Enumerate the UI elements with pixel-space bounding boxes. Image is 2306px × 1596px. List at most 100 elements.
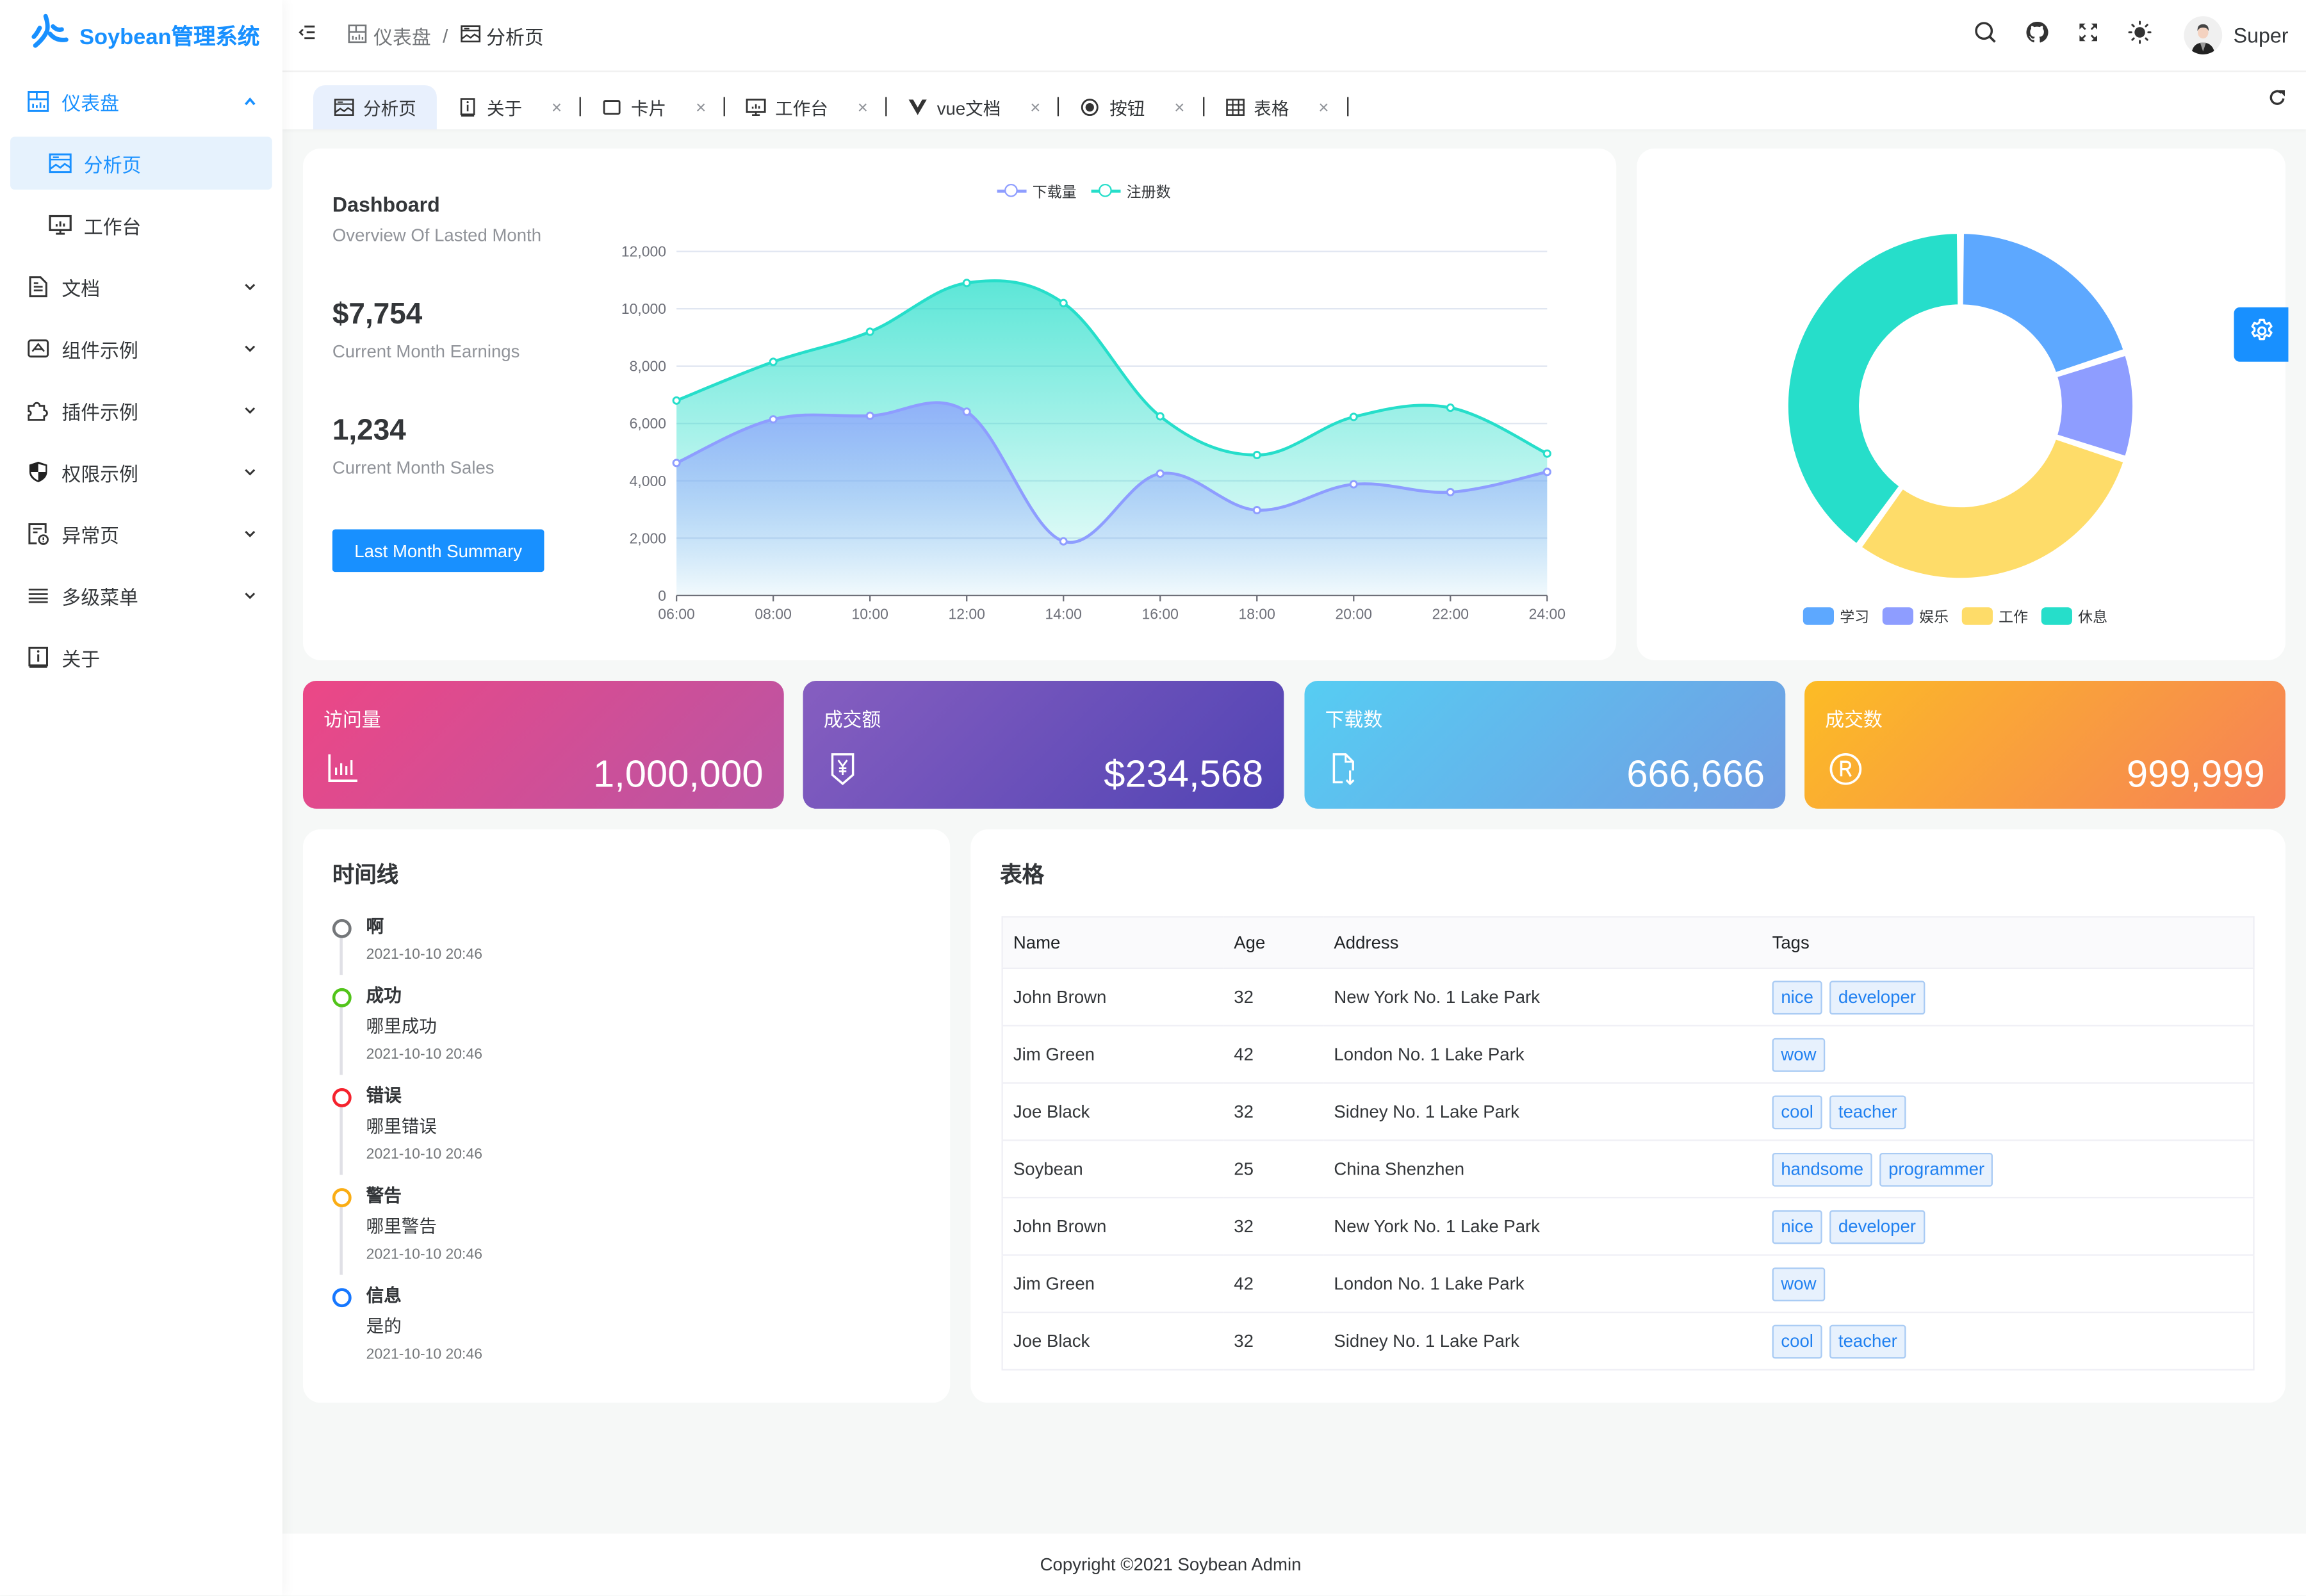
legend-label: 工作 xyxy=(1999,610,2029,627)
table-row[interactable]: Jim Green 42 London No. 1 Lake Park wow xyxy=(1002,1025,2254,1084)
cell-address: New York No. 1 Lake Park xyxy=(1323,1198,1762,1256)
data-point[interactable] xyxy=(1446,487,1455,496)
tag[interactable]: programmer xyxy=(1879,1152,1993,1186)
data-point[interactable] xyxy=(1446,403,1455,412)
tag[interactable]: handsome xyxy=(1772,1152,1872,1186)
tag[interactable]: nice xyxy=(1772,1209,1822,1244)
avatar xyxy=(2183,16,2222,54)
fullscreen-button[interactable] xyxy=(2063,0,2114,70)
data-point[interactable] xyxy=(1349,480,1358,489)
tag[interactable]: cool xyxy=(1772,1095,1822,1129)
tag[interactable]: teacher xyxy=(1829,1095,1906,1129)
breadcrumb-item-dashboard[interactable]: 仪表盘 xyxy=(347,21,431,49)
tag[interactable]: developer xyxy=(1829,1209,1925,1244)
pie-slice-0[interactable] xyxy=(1960,231,2127,375)
sidebar-item-docs[interactable]: 文档 xyxy=(0,256,282,317)
tab-vue[interactable]: vue文档 × xyxy=(887,85,1058,129)
pie-slice-2[interactable] xyxy=(1858,436,2127,581)
table-row[interactable]: John Brown 32 New York No. 1 Lake Park nice… xyxy=(1002,1198,2254,1256)
tab-workbench[interactable]: 工作台 × xyxy=(725,85,885,129)
tab-table[interactable]: 表格 × xyxy=(1204,85,1346,129)
data-point[interactable] xyxy=(769,357,778,366)
y-tick-label: 10,000 xyxy=(621,300,666,317)
data-point[interactable] xyxy=(865,411,874,420)
chevron-up-icon xyxy=(241,93,259,111)
table-row[interactable]: Joe Black 32 Sidney No. 1 Lake Park cool tea… xyxy=(1002,1082,2254,1141)
sidebar-item-dashboard[interactable]: 仪表盘 xyxy=(0,70,282,132)
data-point[interactable] xyxy=(1349,412,1358,421)
tag[interactable]: wow xyxy=(1772,1266,1826,1301)
data-point[interactable] xyxy=(1059,537,1068,546)
sidebar-item-analysis[interactable]: 分析页 xyxy=(10,136,272,190)
table-row[interactable]: Soybean 25 China Shenzhen handsome programme… xyxy=(1002,1140,2254,1199)
column-header-name[interactable]: Name xyxy=(1002,916,1224,970)
data-point[interactable] xyxy=(1542,468,1551,476)
data-point[interactable] xyxy=(962,407,971,416)
theme-toggle-button[interactable] xyxy=(2114,0,2166,70)
stat-card-bar-chart[interactable]: 访问量 1,000,000 xyxy=(302,681,784,809)
stat-card-registered[interactable]: 成交数 999,999 xyxy=(1804,681,2286,809)
data-point[interactable] xyxy=(1252,450,1261,460)
menu-lines-icon xyxy=(26,583,50,607)
sidebar-item-components[interactable]: 组件示例 xyxy=(0,318,282,379)
settings-button[interactable] xyxy=(2234,307,2289,362)
pie-legend-item[interactable]: 休息 xyxy=(2041,605,2107,626)
table-row[interactable]: Jim Green 42 London No. 1 Lake Park wow xyxy=(1002,1255,2254,1314)
breadcrumb-item-analysis[interactable]: 分析页 xyxy=(460,21,544,49)
data-point[interactable] xyxy=(1542,449,1551,458)
close-icon[interactable]: × xyxy=(696,97,706,118)
column-header-age[interactable]: Age xyxy=(1223,916,1324,970)
column-header-address[interactable]: Address xyxy=(1323,916,1762,970)
pie-legend-item[interactable]: 工作 xyxy=(1961,605,2029,627)
logo[interactable]: Soybean管理系统 xyxy=(0,0,282,70)
pie-slice-3[interactable] xyxy=(1785,231,1961,547)
tag[interactable]: nice xyxy=(1772,980,1822,1014)
tab-info[interactable]: 关于 × xyxy=(437,85,580,129)
data-point[interactable] xyxy=(1252,505,1261,515)
table-row[interactable]: John Brown 32 New York No. 1 Lake Park nice… xyxy=(1002,968,2254,1027)
collapse-menu-button[interactable] xyxy=(282,0,332,70)
close-icon[interactable]: × xyxy=(858,97,868,118)
sidebar-item-workbench[interactable]: 工作台 xyxy=(0,194,282,256)
github-button[interactable] xyxy=(2011,0,2063,70)
data-point[interactable] xyxy=(865,327,874,336)
data-point[interactable] xyxy=(962,279,971,288)
sidebar-item-about[interactable]: 关于 xyxy=(0,626,282,688)
cell-address: China Shenzhen xyxy=(1323,1140,1762,1199)
timeline-dot-icon xyxy=(332,1188,352,1207)
tag[interactable]: teacher xyxy=(1829,1324,1906,1358)
close-icon[interactable]: × xyxy=(552,97,562,118)
sidebar-item-multilevel[interactable]: 多级菜单 xyxy=(0,565,282,626)
sidebar-item-plugins[interactable]: 插件示例 xyxy=(0,379,282,441)
reload-button[interactable] xyxy=(2247,72,2306,130)
data-point[interactable] xyxy=(672,396,681,405)
x-tick-label: 06:00 xyxy=(658,606,694,623)
cell-name: John Brown xyxy=(1002,1198,1224,1256)
column-header-tags[interactable]: Tags xyxy=(1762,916,2254,970)
data-point[interactable] xyxy=(672,459,681,468)
table-row[interactable]: Joe Black 32 Sidney No. 1 Lake Park cool tea… xyxy=(1002,1312,2254,1371)
stat-card-file-download[interactable]: 下载数 666,666 xyxy=(1304,681,1786,809)
pie-legend-item[interactable]: 学习 xyxy=(1803,605,1869,626)
tab-button[interactable]: 按钮 × xyxy=(1059,85,1202,129)
close-icon[interactable]: × xyxy=(1174,97,1184,118)
tag[interactable]: developer xyxy=(1829,980,1925,1014)
stat-card-yen-tag[interactable]: 成交额 $234,568 xyxy=(803,681,1284,809)
tab-card[interactable]: 卡片 × xyxy=(581,85,724,129)
sidebar-item-permissions[interactable]: 权限示例 xyxy=(0,441,282,503)
tag[interactable]: cool xyxy=(1772,1324,1822,1358)
tag[interactable]: wow xyxy=(1772,1037,1826,1071)
data-point[interactable] xyxy=(1156,469,1165,478)
user-menu[interactable]: Super xyxy=(2166,16,2306,54)
sidebar-item-exception[interactable]: 异常页 xyxy=(0,503,282,564)
data-point[interactable] xyxy=(769,415,778,424)
data-point[interactable] xyxy=(1059,298,1068,307)
close-icon[interactable]: × xyxy=(1318,97,1329,118)
logo-text: Soybean管理系统 xyxy=(79,24,260,49)
close-icon[interactable]: × xyxy=(1030,97,1040,118)
timeline-time: 2021-10-10 20:46 xyxy=(366,947,482,963)
tab-analysis[interactable]: 分析页 xyxy=(313,85,437,130)
data-point[interactable] xyxy=(1156,412,1165,421)
search-button[interactable] xyxy=(1960,0,2011,70)
pie-legend-item[interactable]: 娱乐 xyxy=(1882,605,1949,626)
